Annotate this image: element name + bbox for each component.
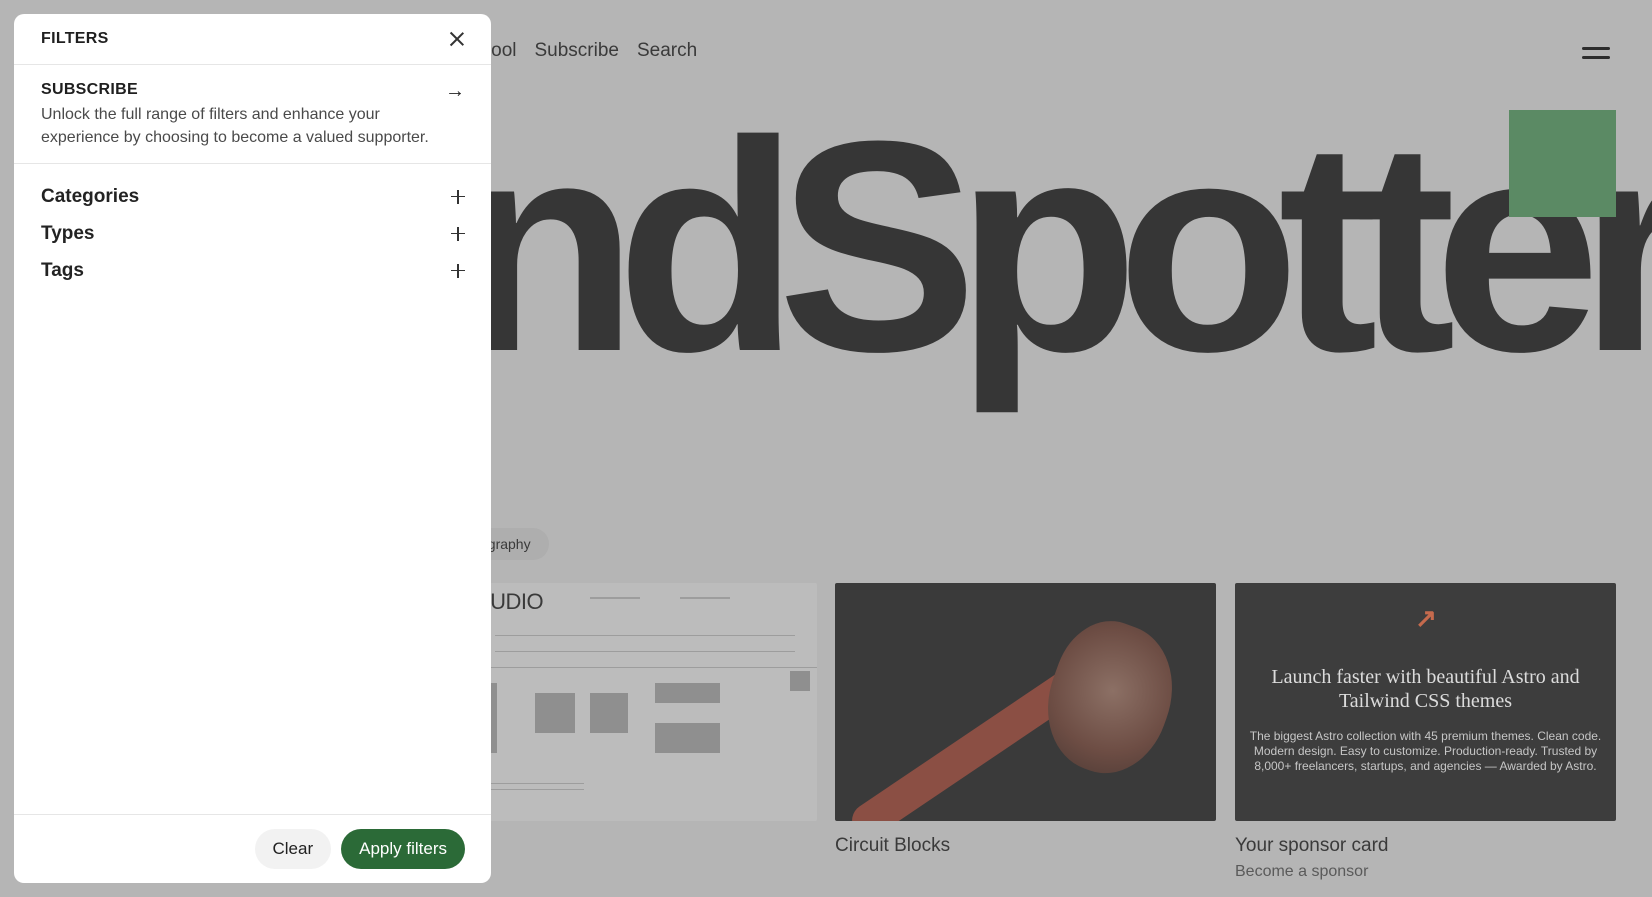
plus-icon[interactable] bbox=[451, 226, 465, 241]
top-nav: a tool Subscribe Search bbox=[470, 40, 697, 62]
nav-item-subscribe[interactable]: Subscribe bbox=[534, 40, 619, 62]
nav-item-search[interactable]: Search bbox=[637, 40, 697, 62]
sponsor-headline: Launch faster with beautiful Astro and T… bbox=[1271, 666, 1580, 712]
filter-section-categories[interactable]: Categories bbox=[14, 178, 491, 215]
apply-filters-button[interactable]: Apply filters bbox=[341, 829, 465, 869]
card-subtitle[interactable]: Become a sponsor bbox=[1235, 863, 1616, 881]
card-thumbnail: ↗ Launch faster with beautiful Astro and… bbox=[1235, 583, 1616, 821]
glasses-lens-shape bbox=[1027, 607, 1193, 789]
subscribe-promo[interactable]: SUBSCRIBE Unlock the full range of filte… bbox=[14, 65, 491, 164]
section-label: Types bbox=[41, 222, 95, 244]
card-thumbnail bbox=[835, 583, 1216, 821]
hero-logo-text: ndSpotter bbox=[455, 78, 1652, 414]
sponsor-body-text: The biggest Astro collection with 45 pre… bbox=[1249, 729, 1602, 773]
subscribe-description: Unlock the full range of filters and enh… bbox=[41, 106, 429, 146]
hamburger-menu-icon[interactable] bbox=[1582, 47, 1610, 61]
filter-sections: Categories Types Tags bbox=[14, 164, 491, 289]
clear-button[interactable]: Clear bbox=[254, 829, 332, 869]
card-loft[interactable]: STUDIO Loft bbox=[455, 583, 817, 857]
filters-header: FILTERS bbox=[14, 14, 491, 65]
card-sponsor[interactable]: ↗ Launch faster with beautiful Astro and… bbox=[1235, 583, 1616, 881]
subscribe-title: SUBSCRIBE bbox=[41, 81, 138, 98]
arrow-right-icon[interactable]: → bbox=[445, 81, 465, 101]
filter-section-types[interactable]: Types bbox=[14, 215, 491, 252]
plus-icon[interactable] bbox=[451, 263, 465, 278]
hero-accent-square bbox=[1509, 110, 1616, 217]
card-thumbnail: STUDIO bbox=[455, 583, 817, 821]
card-title: Circuit Blocks bbox=[835, 835, 951, 856]
card-title: Your sponsor card bbox=[1235, 835, 1389, 856]
sponsor-logo-icon: ↗ bbox=[1415, 603, 1437, 633]
close-icon[interactable] bbox=[449, 31, 465, 47]
plus-icon[interactable] bbox=[451, 189, 465, 204]
section-label: Categories bbox=[41, 185, 140, 207]
filters-title: FILTERS bbox=[41, 30, 109, 47]
section-label: Tags bbox=[41, 259, 84, 281]
filters-panel: FILTERS SUBSCRIBE Unlock the full range … bbox=[14, 14, 491, 883]
card-title: Loft bbox=[455, 835, 817, 857]
filter-section-tags[interactable]: Tags bbox=[14, 252, 491, 289]
filters-footer: Clear Apply filters bbox=[14, 814, 491, 883]
card-circuit-blocks[interactable]: Circuit Blocks bbox=[835, 583, 1216, 857]
